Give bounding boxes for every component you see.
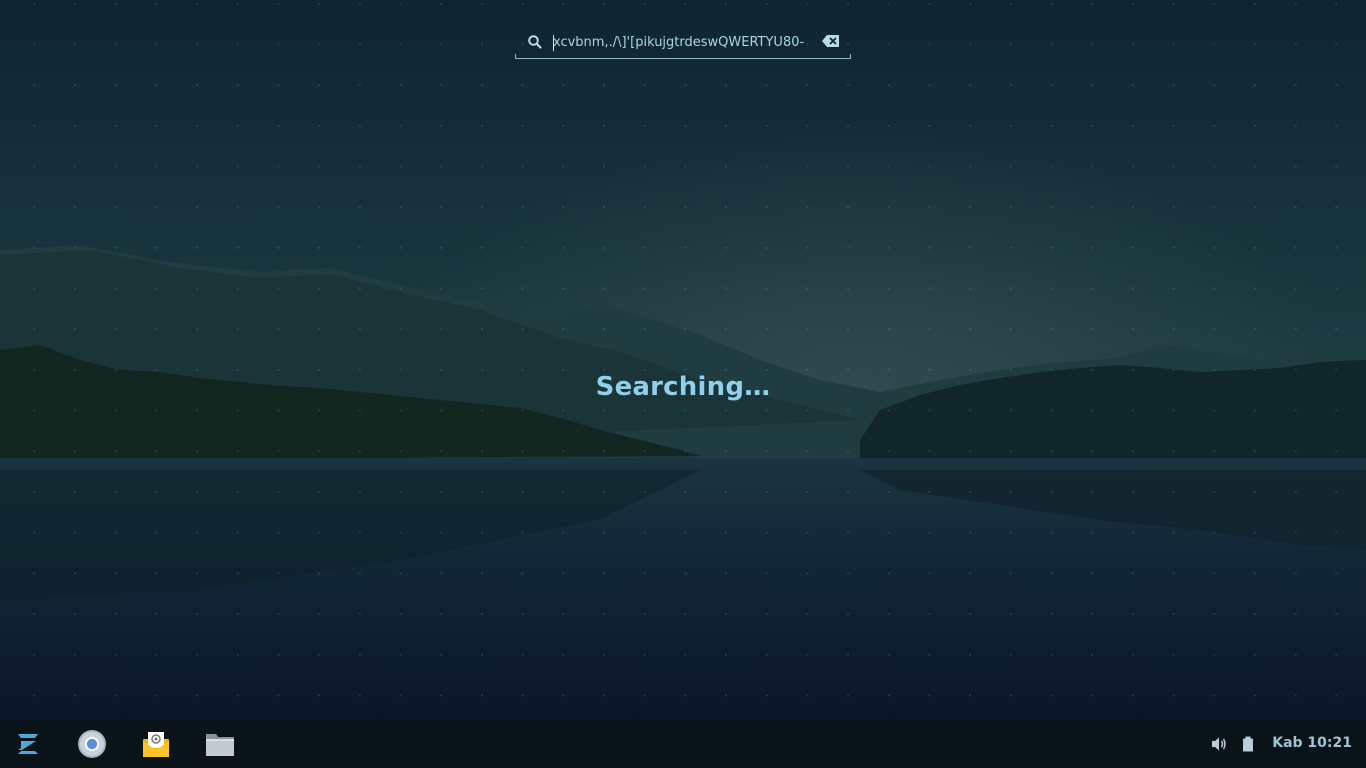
search-bar[interactable]: xcvbnm,./\]'[pikujgtrdeswQWERTYU80- [515,27,851,59]
taskbar-mail-button[interactable] [140,728,172,760]
clock[interactable]: Kab 10:21 [1272,735,1352,751]
backspace-clear-icon[interactable] [822,34,840,48]
desktop-wallpaper [0,0,1366,720]
taskbar [0,720,1366,768]
taskbar-files-button[interactable] [204,728,236,760]
volume-icon[interactable] [1211,736,1227,752]
zorin-menu-icon [18,734,38,754]
taskbar-browser-button[interactable] [76,728,108,760]
folder-icon [206,734,234,756]
search-status-text: Searching… [595,372,771,402]
app-menu-button[interactable] [12,728,44,760]
search-icon [528,35,542,49]
battery-icon[interactable] [1240,736,1256,752]
search-input[interactable]: xcvbnm,./\]'[pikujgtrdeswQWERTYU80- [553,32,815,54]
chromium-icon [78,730,106,758]
mail-icon [143,732,169,757]
text-caret [553,35,554,51]
